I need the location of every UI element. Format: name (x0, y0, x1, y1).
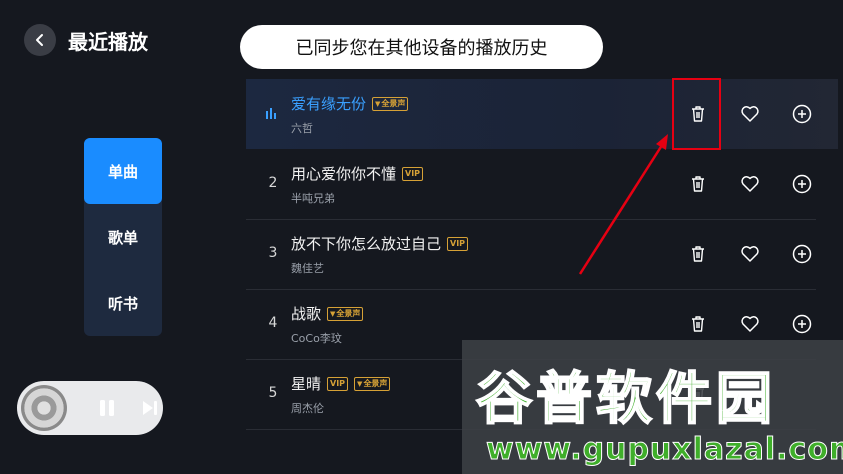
pause-icon[interactable] (97, 398, 117, 418)
favorite-button[interactable] (739, 103, 761, 125)
vip-badge: VIP (447, 236, 469, 251)
chevron-left-icon (36, 34, 43, 46)
page-title: 最近播放 (68, 30, 148, 54)
favorite-button[interactable] (739, 243, 761, 265)
trash-icon (692, 246, 704, 262)
song-index: 5 (268, 385, 278, 401)
plus-circle-icon (792, 174, 812, 194)
spatial-audio-badge: ▼ 全景声 (354, 376, 391, 391)
song-title: 爱有缘无份 (291, 95, 367, 113)
add-button[interactable] (791, 103, 813, 125)
song-row[interactable]: 3 放不下你怎么放过自己 VIP 魏佳艺 (246, 219, 816, 290)
back-button[interactable] (24, 24, 56, 56)
watermark-url: www.gupuxlazal.com (485, 432, 843, 468)
watermark-title: 谷普软件园 (475, 366, 776, 433)
equalizer-bars-icon (266, 108, 276, 119)
tab-playlists[interactable]: 歌单 (84, 204, 162, 270)
watermark: 谷普软件园 www.gupuxlazal.com (462, 340, 843, 474)
song-title: 星晴 (291, 375, 322, 393)
trash-icon (692, 316, 704, 332)
sync-banner: 已同步您在其他设备的播放历史 (240, 25, 603, 69)
song-title: 放不下你怎么放过自己 (291, 235, 442, 253)
skip-next-icon[interactable] (141, 399, 159, 417)
plus-circle-icon (792, 244, 812, 264)
annotation-arrow (578, 134, 668, 275)
heart-icon (741, 246, 759, 262)
song-row[interactable]: 2 用心爱你你不懂 VIP 半吨兄弟 (246, 149, 816, 220)
tab-audiobooks[interactable]: 听书 (84, 270, 162, 336)
trash-icon (692, 176, 704, 192)
song-title: 用心爱你你不懂 (291, 165, 397, 183)
song-artist: 半吨兄弟 (291, 192, 335, 205)
heart-icon (741, 316, 759, 332)
heart-icon (741, 176, 759, 192)
side-tabs: 单曲 歌单 听书 (84, 138, 162, 336)
song-title: 战歌 (291, 305, 322, 323)
vip-badge: VIP (402, 166, 424, 181)
add-button[interactable] (791, 243, 813, 265)
song-index: 2 (268, 175, 278, 191)
album-cover (21, 385, 67, 431)
delete-button[interactable] (687, 173, 709, 195)
song-index: 3 (268, 245, 278, 261)
heart-icon (741, 106, 759, 122)
add-button[interactable] (791, 313, 813, 335)
plus-circle-icon (792, 104, 812, 124)
vip-badge: VIP (327, 376, 349, 391)
song-artist: 魏佳艺 (291, 262, 324, 275)
delete-button[interactable] (687, 243, 709, 265)
tab-singles[interactable]: 单曲 (84, 138, 162, 204)
favorite-button[interactable] (739, 313, 761, 335)
spatial-audio-badge: ▼ 全景声 (372, 96, 409, 111)
delete-button[interactable] (687, 313, 709, 335)
favorite-button[interactable] (739, 173, 761, 195)
spatial-audio-badge: ▼ 全景声 (327, 306, 364, 321)
song-row[interactable]: 爱有缘无份 ▼ 全景声 六哲 (246, 79, 838, 149)
song-artist: CoCo李玟 (291, 332, 342, 345)
add-button[interactable] (791, 173, 813, 195)
plus-circle-icon (792, 314, 812, 334)
song-artist: 周杰伦 (291, 402, 324, 415)
song-index: 4 (268, 315, 278, 331)
mini-player[interactable] (17, 381, 163, 435)
song-artist: 六哲 (291, 122, 313, 135)
